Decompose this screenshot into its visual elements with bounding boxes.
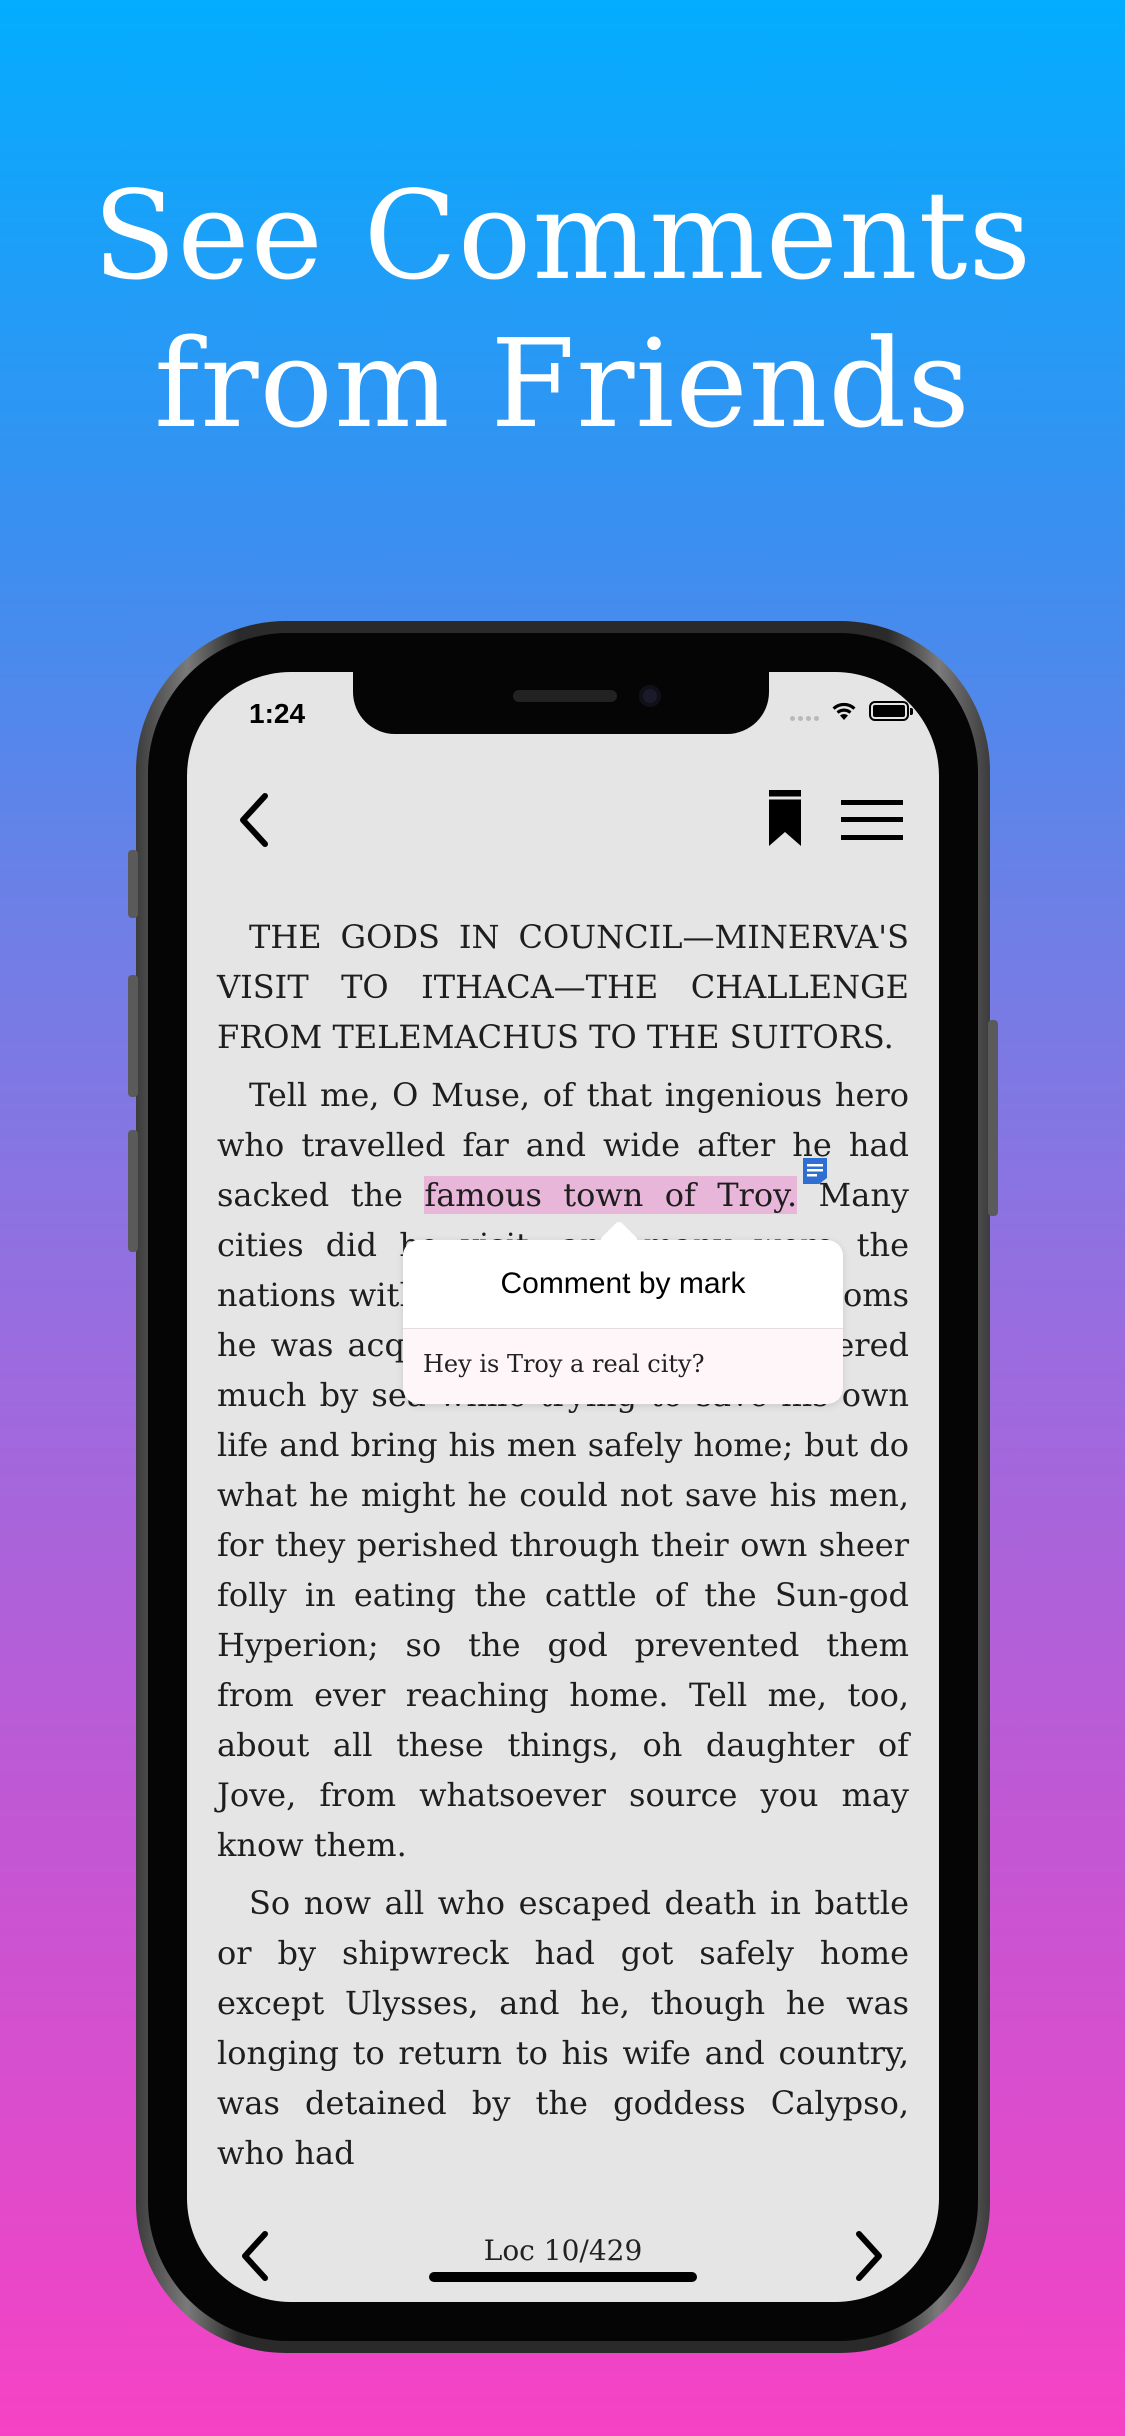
bookmark-icon[interactable] (765, 788, 805, 848)
hamburger-menu-icon[interactable] (841, 798, 903, 842)
comment-title: Comment by mark (403, 1240, 843, 1329)
mute-switch (128, 850, 138, 918)
comment-popover: Comment by mark Hey is Troy a real city? (403, 1220, 843, 1404)
volume-down-button (128, 1130, 138, 1252)
battery-level (873, 705, 905, 717)
next-page-chevron-icon[interactable] (849, 2228, 889, 2284)
front-camera (639, 685, 661, 707)
battery-icon (869, 701, 913, 721)
promo-headline-line2: from Friends (154, 313, 971, 455)
signal-dots-icon (790, 701, 819, 721)
book-text: THE GODS IN COUNCIL—MINERVA'S VISIT TO I… (217, 912, 909, 2186)
location-indicator: Loc 10/429 (483, 2234, 643, 2267)
promo-headline: See Comments from Friends (0, 162, 1125, 458)
speaker-grille (513, 690, 617, 702)
notch (353, 672, 769, 734)
status-time: 1:24 (249, 698, 306, 729)
phone-screen: 1:24 THE GODS IN COUNCIL—MINERVA'S VISIT… (187, 672, 939, 2302)
back-chevron-icon[interactable] (231, 790, 279, 850)
power-button (988, 1020, 998, 1216)
note-icon[interactable] (801, 1156, 829, 1186)
home-indicator[interactable] (429, 2272, 697, 2282)
status-icons (790, 700, 913, 722)
promo-headline-line1: See Comments (92, 165, 1033, 307)
comment-body: Hey is Troy a real city? (423, 1350, 705, 1378)
paragraph: Tell me, O Muse, of that ingenious hero … (217, 1070, 909, 1870)
highlighted-passage[interactable]: famous town of Troy. (424, 1176, 798, 1214)
volume-up-button (128, 975, 138, 1097)
paragraph: So now all who escaped death in battle o… (217, 1884, 909, 2172)
chapter-heading: THE GODS IN COUNCIL—MINERVA'S VISIT TO I… (217, 918, 909, 1056)
wifi-icon (832, 702, 856, 720)
